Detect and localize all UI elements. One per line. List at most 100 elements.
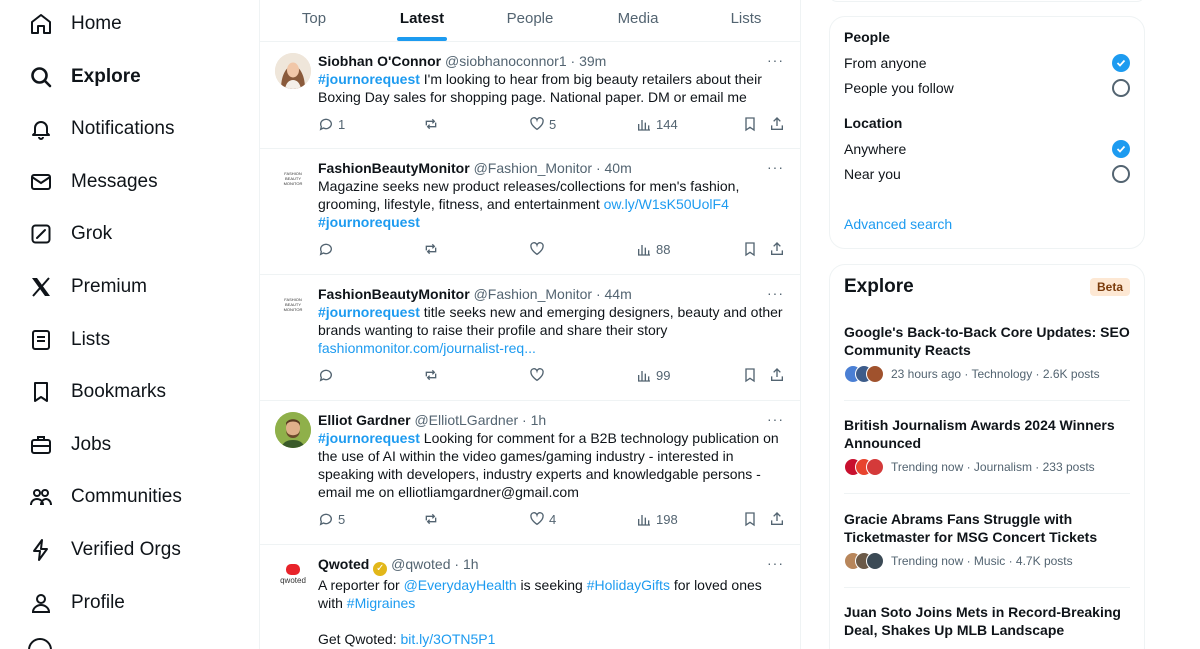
nav-grok[interactable]: Grok xyxy=(16,208,124,260)
tweet[interactable]: FASHION BEAUTY MONITOR FashionBeautyMoni… xyxy=(260,149,800,275)
radio-unchecked-icon[interactable] xyxy=(1112,165,1130,183)
bookmark-button[interactable] xyxy=(742,116,758,132)
author-name[interactable]: Qwoted xyxy=(318,556,369,572)
tweet-time[interactable]: 39m xyxy=(579,53,606,69)
filter-anywhere[interactable]: Anywhere xyxy=(844,139,1130,159)
hashtag[interactable]: #journorequest xyxy=(318,304,420,320)
avatar[interactable]: FASHION BEAUTY MONITOR xyxy=(275,286,311,322)
repost-icon xyxy=(425,369,437,381)
nav-profile[interactable]: Profile xyxy=(16,577,137,629)
trend-item[interactable]: Juan Soto Joins Mets in Record-Breaking … xyxy=(844,603,1130,639)
trend-item[interactable]: British Journalism Awards 2024 Winners A… xyxy=(844,416,1130,476)
nav-jobs[interactable]: Jobs xyxy=(16,419,123,471)
nav-premium[interactable]: Premium xyxy=(16,261,159,313)
author-handle[interactable]: @qwoted xyxy=(391,556,450,572)
author-name[interactable]: FashionBeautyMonitor xyxy=(318,160,470,176)
nav-lists[interactable]: Lists xyxy=(16,314,122,366)
lightning-icon xyxy=(28,537,54,563)
tweet-link[interactable]: ow.ly/W1sK50UolF4 xyxy=(604,196,729,212)
nav-explore[interactable]: Explore xyxy=(16,51,153,103)
author-name[interactable]: Elliot Gardner xyxy=(318,412,411,428)
tab-people[interactable]: People xyxy=(476,0,584,41)
author-name[interactable]: Siobhan O'Connor xyxy=(318,53,441,69)
views-button[interactable]: 88 xyxy=(636,241,670,257)
share-button[interactable] xyxy=(769,511,785,527)
author-handle[interactable]: @ElliotLGardner xyxy=(414,412,518,428)
bookmark-button[interactable] xyxy=(742,241,758,257)
share-button[interactable] xyxy=(769,241,785,257)
left-nav: Home Explore Notifications Messages Grok… xyxy=(0,0,258,649)
tweet-time[interactable]: 40m xyxy=(605,160,632,176)
views-button[interactable]: 198 xyxy=(636,511,678,527)
nav-verified-orgs[interactable]: Verified Orgs xyxy=(16,524,193,576)
more-options-icon[interactable]: ··· xyxy=(767,411,784,427)
nav-label: Explore xyxy=(71,66,141,87)
avatar[interactable] xyxy=(275,53,311,89)
tweet-time[interactable]: 1h xyxy=(463,556,479,572)
more-icon[interactable] xyxy=(28,638,52,649)
tweet[interactable]: qwoted Qwoted ✓ @qwoted · 1h ··· A repor… xyxy=(260,545,800,649)
hashtag[interactable]: #journorequest xyxy=(318,430,420,446)
tweet-link[interactable]: bit.ly/3OTN5P1 xyxy=(400,631,495,647)
tweet[interactable]: FASHION BEAUTY MONITOR FashionBeautyMoni… xyxy=(260,275,800,401)
hashtag[interactable]: #journorequest xyxy=(318,214,420,230)
like-button[interactable] xyxy=(529,241,549,257)
reply-button[interactable]: 1 xyxy=(318,116,345,132)
like-button[interactable] xyxy=(529,367,549,383)
reply-button[interactable]: 5 xyxy=(318,511,345,527)
advanced-search-link[interactable]: Advanced search xyxy=(844,216,952,232)
more-options-icon[interactable]: ··· xyxy=(767,285,784,301)
nav-home[interactable]: Home xyxy=(16,0,134,50)
hashtag[interactable]: #Migraines xyxy=(347,595,415,611)
repost-button[interactable] xyxy=(423,511,439,527)
like-button[interactable]: 5 xyxy=(529,116,556,132)
views-button[interactable]: 144 xyxy=(636,116,678,132)
nav-messages[interactable]: Messages xyxy=(16,156,170,208)
filter-from-anyone[interactable]: From anyone xyxy=(844,53,1130,73)
trend-item[interactable]: Google's Back-to-Back Core Updates: SEO … xyxy=(844,323,1130,383)
repost-button[interactable] xyxy=(423,367,439,383)
reply-button[interactable] xyxy=(318,241,338,257)
avatar[interactable]: FASHION BEAUTY MONITOR xyxy=(275,160,311,196)
tweet-time[interactable]: 1h xyxy=(531,412,547,428)
repost-button[interactable] xyxy=(423,116,439,132)
more-options-icon[interactable]: ··· xyxy=(767,555,784,571)
share-button[interactable] xyxy=(769,116,785,132)
mention-link[interactable]: @EverydayHealth xyxy=(404,577,517,593)
trend-item[interactable]: Gracie Abrams Fans Struggle with Ticketm… xyxy=(844,510,1130,570)
tweet-time[interactable]: 44m xyxy=(605,286,632,302)
more-options-icon[interactable]: ··· xyxy=(767,52,784,68)
views-button[interactable]: 99 xyxy=(636,367,670,383)
repost-button[interactable] xyxy=(423,241,439,257)
nav-communities[interactable]: Communities xyxy=(16,471,194,523)
avatar[interactable] xyxy=(275,412,311,448)
more-options-icon[interactable]: ··· xyxy=(767,159,784,175)
filter-people-you-follow[interactable]: People you follow xyxy=(844,78,1130,98)
author-handle[interactable]: @siobhanoconnor1 xyxy=(445,53,567,69)
tweet[interactable]: Elliot Gardner @ElliotLGardner · 1h ··· … xyxy=(260,401,800,545)
tab-top[interactable]: Top xyxy=(260,0,368,41)
tab-media[interactable]: Media xyxy=(584,0,692,41)
hashtag[interactable]: #journorequest xyxy=(318,71,420,87)
avatar[interactable]: qwoted xyxy=(275,556,311,592)
author-handle[interactable]: @Fashion_Monitor xyxy=(474,160,593,176)
radio-checked-icon[interactable] xyxy=(1112,140,1130,158)
radio-unchecked-icon[interactable] xyxy=(1112,79,1130,97)
trend-title: Juan Soto Joins Mets in Record-Breaking … xyxy=(844,604,1121,638)
reply-button[interactable] xyxy=(318,367,338,383)
nav-notifications[interactable]: Notifications xyxy=(16,103,187,155)
author-name[interactable]: FashionBeautyMonitor xyxy=(318,286,470,302)
radio-checked-icon[interactable] xyxy=(1112,54,1130,72)
hashtag[interactable]: #HolidayGifts xyxy=(587,577,670,593)
bookmark-button[interactable] xyxy=(742,367,758,383)
bookmark-button[interactable] xyxy=(742,511,758,527)
author-handle[interactable]: @Fashion_Monitor xyxy=(474,286,593,302)
tweet-link[interactable]: fashionmonitor.com/journalist-req... xyxy=(318,340,536,356)
share-button[interactable] xyxy=(769,367,785,383)
tab-lists[interactable]: Lists xyxy=(692,0,800,41)
tab-latest[interactable]: Latest xyxy=(368,0,476,41)
filter-near-you[interactable]: Near you xyxy=(844,164,1130,184)
like-button[interactable]: 4 xyxy=(529,511,556,527)
nav-bookmarks[interactable]: Bookmarks xyxy=(16,366,178,418)
tweet[interactable]: Siobhan O'Connor @siobhanoconnor1 · 39m … xyxy=(260,42,800,149)
